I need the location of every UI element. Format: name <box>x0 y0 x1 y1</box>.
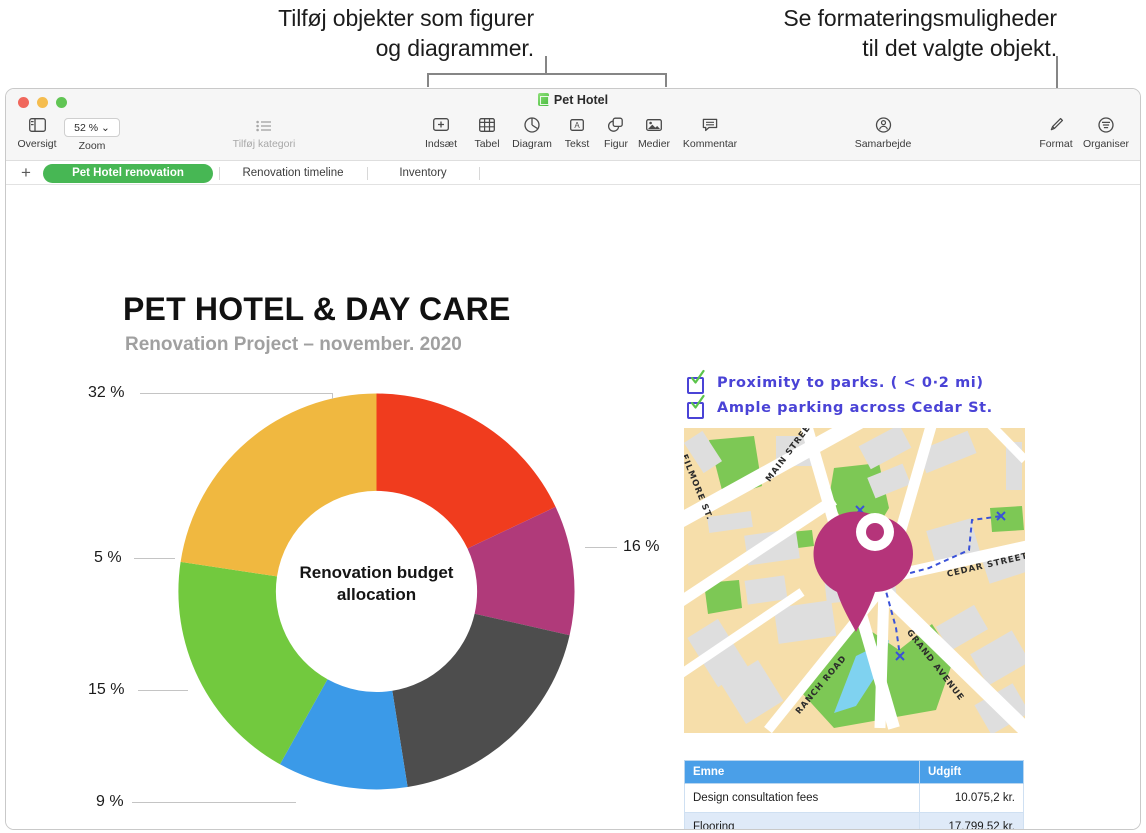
tab-divider-3 <box>479 167 480 180</box>
donut-slice-labor <box>392 613 570 787</box>
callout-text-format-options: Se formateringsmuligheder til det valgte… <box>783 5 1057 61</box>
table-cell-item[interactable]: Flooring <box>684 812 920 829</box>
add-sheet-button[interactable]: + <box>16 163 36 183</box>
leader-line-cabinetry <box>140 393 333 394</box>
leader-line-flooring <box>138 690 188 691</box>
toolbar-button-organize[interactable]: Organiser <box>1072 117 1140 150</box>
donut-center-line2: allocation <box>336 585 417 604</box>
toolbar-label-add-category: Tilføj kategori <box>232 138 296 150</box>
leader-line-plumbing <box>134 558 175 559</box>
table-row[interactable]: Design consultation fees 10.075,2 kr. <box>684 783 1024 813</box>
tab-divider-1 <box>219 167 220 180</box>
tab-divider-2 <box>367 167 368 180</box>
collaborate-icon <box>846 117 920 139</box>
numbers-window: Pet Hotel Oversigt 52 % ⌄ Zoom Tilføj ka… <box>5 88 1141 830</box>
page-subtitle: Renovation Project – november. 2020 <box>125 334 462 355</box>
checklist-row-parking: Ample parking across Cedar St. <box>687 394 1027 425</box>
toolbar: Oversigt 52 % ⌄ Zoom Tilføj kategori Ind… <box>6 114 1140 161</box>
toolbar-button-collaborate[interactable]: Samarbejde <box>846 117 920 150</box>
leader-line-fixtures <box>585 547 617 548</box>
pct-label-plumbing: 5 % <box>94 549 122 566</box>
checklist-label-proximity: Proximity to parks. ( < 0·2 mi) <box>717 375 984 391</box>
donut-center-line1: Renovation budget <box>299 563 454 582</box>
table-header-emne[interactable]: Emne <box>684 760 920 784</box>
toolbar-label-collaborate: Samarbejde <box>854 138 912 150</box>
svg-text:A: A <box>574 121 580 130</box>
window-titlebar: Pet Hotel <box>6 89 1140 114</box>
window-title: Pet Hotel <box>6 93 1140 107</box>
map-image[interactable]: FILMORE ST. MAIN STREET CEDAR STREET RAN… <box>684 428 1025 733</box>
sheet-canvas[interactable]: PET HOTEL & DAY CARE Renovation Project … <box>6 186 1140 829</box>
checklist-label-parking: Ample parking across Cedar St. <box>717 400 993 416</box>
toolbar-label-oversigt: Oversigt <box>17 138 57 150</box>
document-icon <box>537 93 549 106</box>
table-header-row: Emne Udgift <box>684 760 1024 784</box>
donut-slice-plumbing <box>180 393 377 577</box>
donut-chart[interactable]: Renovation budget allocation <box>175 390 578 793</box>
callout-text-insert-objects: Tilføj objekter som figurer og diagramme… <box>278 5 534 61</box>
table-cell-cost[interactable]: 10.075,2 kr. <box>919 783 1024 813</box>
sidebar-icon <box>6 117 68 139</box>
sheet-tab-pet-hotel-renovation[interactable]: Pet Hotel renovation <box>43 164 213 183</box>
category-list-icon <box>232 117 296 139</box>
zoom-select[interactable]: 52 % ⌄ <box>64 118 120 137</box>
leader-line-design-fees <box>132 802 296 803</box>
comment-icon <box>672 117 748 139</box>
callout-left-bracket <box>427 73 667 75</box>
page-title: PET HOTEL & DAY CARE <box>123 291 511 327</box>
map-svg <box>684 428 1025 733</box>
budget-table[interactable]: Emne Udgift Design consultation fees 10.… <box>684 760 1024 829</box>
window-title-text: Pet Hotel <box>553 93 609 107</box>
callout-left-tick-start <box>427 73 429 87</box>
leader-tick-cabinetry <box>332 393 333 399</box>
pct-label-flooring: 15 % <box>88 681 125 698</box>
toolbar-button-comment[interactable]: Kommentar <box>672 117 748 150</box>
callout-left-tick-end <box>665 73 667 87</box>
check-mark-icon <box>690 394 705 409</box>
table-cell-cost[interactable]: 17.799,52 kr. <box>919 812 1024 829</box>
toolbar-label-zoom: Zoom <box>78 140 106 152</box>
callout-left-stem <box>545 56 547 74</box>
sheet-tab-inventory[interactable]: Inventory <box>373 164 473 183</box>
toolbar-label-comment: Kommentar <box>682 138 738 150</box>
table-header-udgift[interactable]: Udgift <box>919 760 1024 784</box>
pct-label-design-fees: 9 % <box>96 793 124 810</box>
organize-icon <box>1072 117 1140 139</box>
toolbar-button-add-category[interactable]: Tilføj kategori <box>232 117 296 150</box>
checklist-row-proximity: Proximity to parks. ( < 0·2 mi) <box>687 369 1027 400</box>
toolbar-label-organize: Organiser <box>1082 138 1130 150</box>
sheet-tab-renovation-timeline[interactable]: Renovation timeline <box>225 164 361 183</box>
donut-center-label: Renovation budget allocation <box>175 562 578 606</box>
pct-label-fixtures: 16 % <box>623 538 660 555</box>
check-mark-icon <box>690 369 705 384</box>
toolbar-button-oversigt[interactable]: Oversigt <box>6 117 68 150</box>
sheet-tab-bar: + Pet Hotel renovation Renovation timeli… <box>6 161 1140 185</box>
pct-label-cabinetry: 32 % <box>88 384 125 401</box>
handwritten-checklist: Proximity to parks. ( < 0·2 mi) Ample pa… <box>687 369 1027 425</box>
table-row[interactable]: Flooring 17.799,52 kr. <box>684 812 1024 829</box>
table-cell-item[interactable]: Design consultation fees <box>684 783 920 813</box>
